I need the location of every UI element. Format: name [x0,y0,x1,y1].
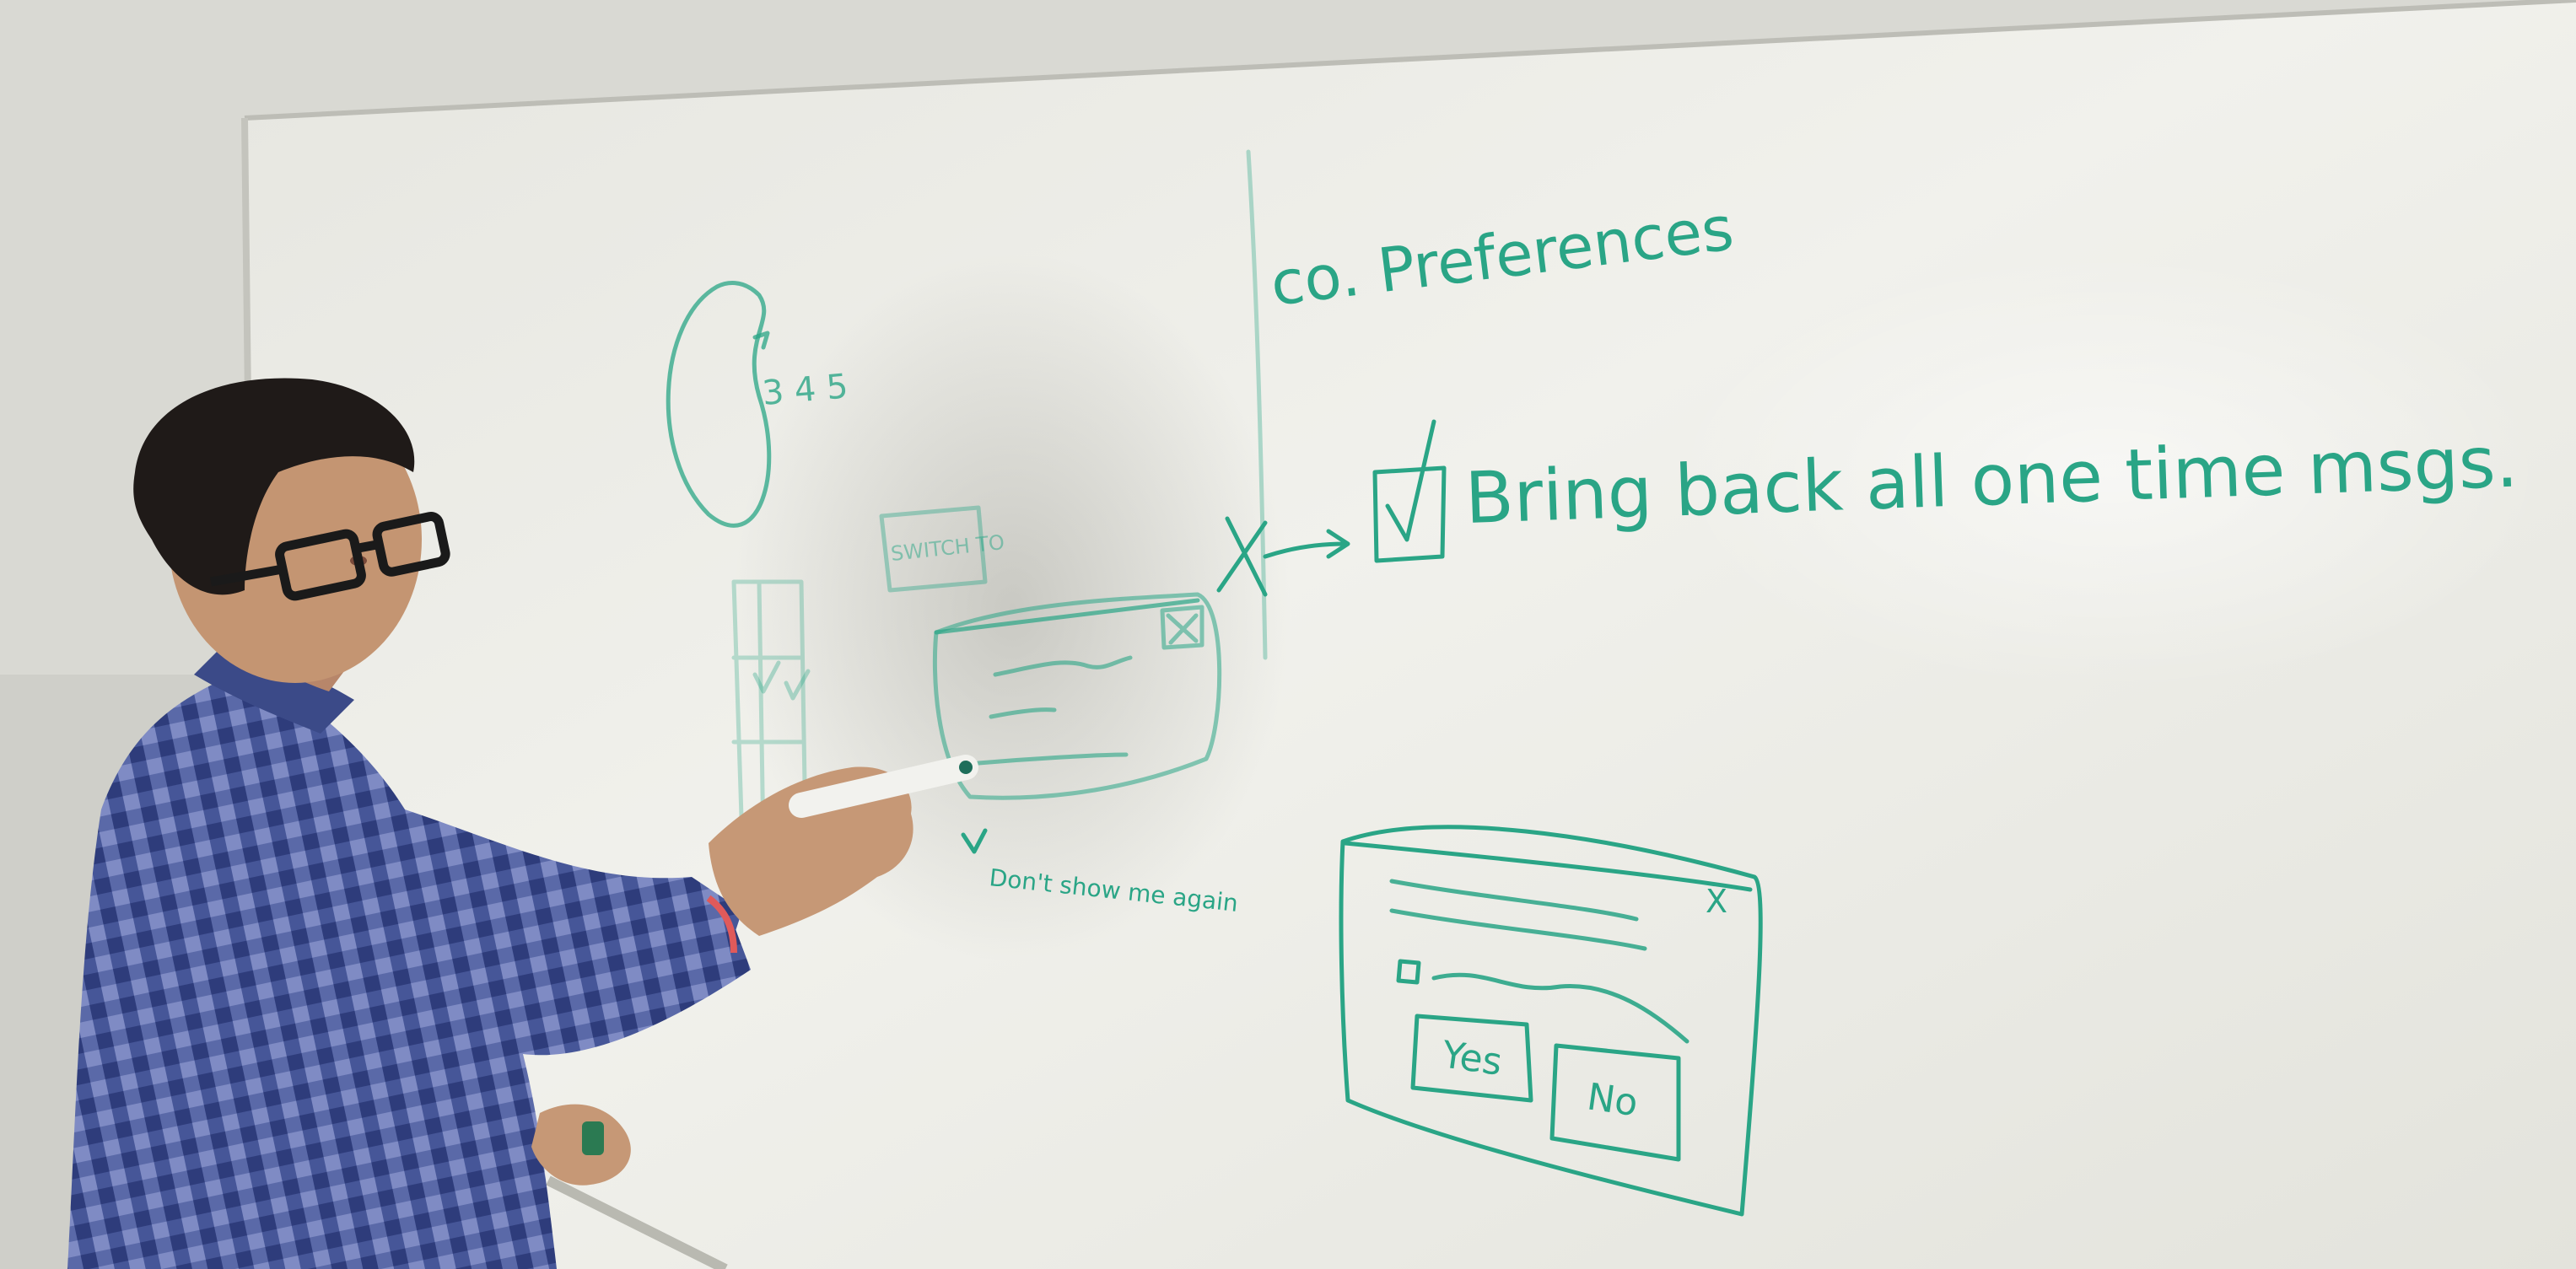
dialog-yes-label: Yes [1438,1033,1504,1084]
sketch-numbers: 3 4 5 [761,367,849,413]
dialog-no-label: No [1584,1075,1640,1125]
whiteboard-photo: co. Preferences Bring back all one time … [0,0,2576,1269]
marker-cap [582,1121,604,1155]
dialog-close-mark: X [1706,883,1727,920]
photo-scene: co. Preferences Bring back all one time … [0,0,2576,1269]
